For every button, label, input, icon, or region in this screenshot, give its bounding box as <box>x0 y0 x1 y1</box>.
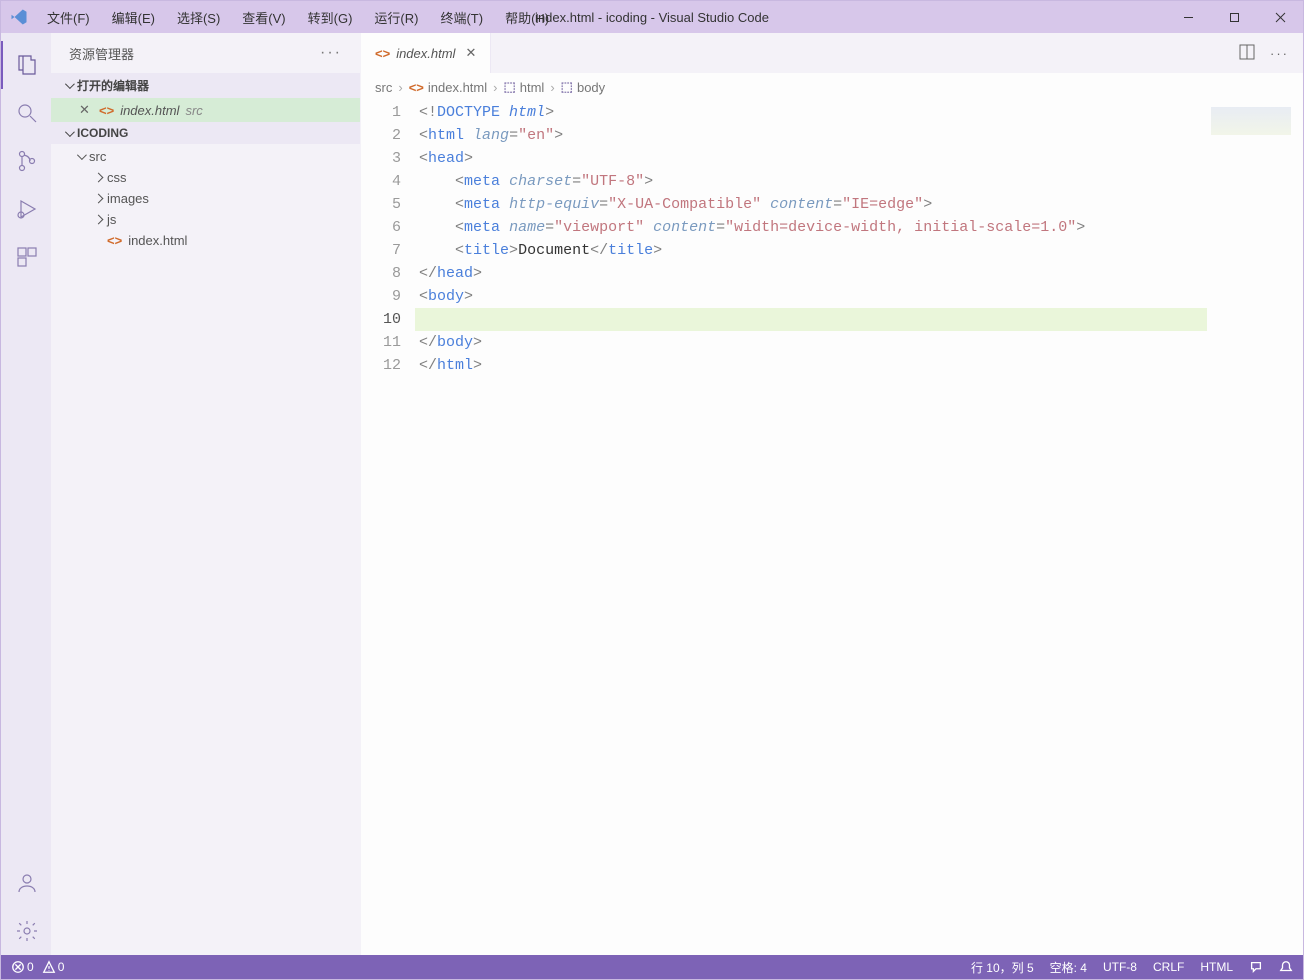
menu-file[interactable]: 文件(F) <box>37 4 100 31</box>
split-editor-icon[interactable] <box>1238 43 1256 64</box>
module-icon: ⬚ <box>503 79 515 95</box>
breadcrumb-file[interactable]: <>index.html <box>409 80 487 95</box>
status-language[interactable]: HTML <box>1200 960 1233 974</box>
status-feedback-icon[interactable] <box>1249 960 1263 974</box>
activity-account-icon[interactable] <box>1 859 51 907</box>
titlebar: 文件(F) 编辑(E) 选择(S) 查看(V) 转到(G) 运行(R) 终端(T… <box>1 1 1303 33</box>
activity-explorer-icon[interactable] <box>1 41 51 89</box>
activity-bar <box>1 33 51 955</box>
html-file-icon: <> <box>107 233 122 248</box>
menu-terminal[interactable]: 终端(T) <box>430 4 493 31</box>
breadcrumb-html[interactable]: ⬚html <box>503 79 544 95</box>
status-bar: 0 0 行 10，列 5 空格: 4 UTF-8 CRLF HTML <box>1 955 1303 979</box>
breadcrumb-body[interactable]: ⬚body <box>561 79 606 95</box>
menu-run[interactable]: 运行(R) <box>364 4 428 31</box>
status-problems[interactable]: 0 0 <box>11 960 64 974</box>
explorer-more-icon[interactable]: ··· <box>320 44 342 62</box>
status-indent[interactable]: 空格: 4 <box>1050 959 1087 976</box>
minimap[interactable] <box>1207 101 1303 955</box>
status-line-col[interactable]: 行 10，列 5 <box>971 959 1034 976</box>
line-numbers: 123456789101112 <box>361 101 415 955</box>
activity-search-icon[interactable] <box>1 89 51 137</box>
chevron-down-icon <box>61 130 75 137</box>
activity-extensions-icon[interactable] <box>1 233 51 281</box>
tab-index-html[interactable]: <> index.html ✕ <box>361 33 491 73</box>
menu-view[interactable]: 查看(V) <box>232 4 295 31</box>
code-editor[interactable]: 123456789101112 <!DOCTYPE html> <html la… <box>361 101 1303 955</box>
status-bell-icon[interactable] <box>1279 960 1293 974</box>
folder-src[interactable]: src <box>51 146 360 167</box>
chevron-down-icon <box>61 82 75 89</box>
status-eol[interactable]: CRLF <box>1153 960 1184 974</box>
folder-images[interactable]: images <box>51 188 360 209</box>
window-minimize-button[interactable] <box>1165 1 1211 33</box>
breadcrumb-src[interactable]: src <box>375 80 392 95</box>
open-editor-filename: index.html <box>120 103 179 118</box>
vscode-logo-icon <box>1 8 37 26</box>
window-maximize-button[interactable] <box>1211 1 1257 33</box>
chevron-right-icon <box>91 174 105 181</box>
open-editor-item[interactable]: ✕ <> index.html src <box>51 98 360 122</box>
html-file-icon: <> <box>409 80 424 95</box>
menubar: 文件(F) 编辑(E) 选择(S) 查看(V) 转到(G) 运行(R) 终端(T… <box>37 4 559 31</box>
explorer-sidebar: 资源管理器 ··· 打开的编辑器 ✕ <> index.html src ICO… <box>51 33 361 955</box>
chevron-right-icon <box>91 216 105 223</box>
activity-settings-icon[interactable] <box>1 907 51 955</box>
folder-js[interactable]: js <box>51 209 360 230</box>
close-icon[interactable]: ✕ <box>79 102 95 118</box>
project-header[interactable]: ICODING <box>51 122 360 144</box>
window-close-button[interactable] <box>1257 1 1303 33</box>
open-editors-header[interactable]: 打开的编辑器 <box>51 73 360 98</box>
menu-select[interactable]: 选择(S) <box>167 4 230 31</box>
html-file-icon: <> <box>99 103 114 118</box>
menu-edit[interactable]: 编辑(E) <box>102 4 165 31</box>
open-editor-path: src <box>185 103 202 118</box>
tab-bar: <> index.html ✕ ··· <box>361 33 1303 73</box>
activity-debug-icon[interactable] <box>1 185 51 233</box>
window-title: index.html - icoding - Visual Studio Cod… <box>535 10 769 25</box>
explorer-title: 资源管理器 <box>69 44 134 63</box>
status-encoding[interactable]: UTF-8 <box>1103 960 1137 974</box>
tab-close-icon[interactable]: ✕ <box>465 45 476 61</box>
menu-go[interactable]: 转到(G) <box>298 4 363 31</box>
chevron-down-icon <box>73 153 87 160</box>
editor-area: <> index.html ✕ ··· src › <>index.html ›… <box>361 33 1303 955</box>
file-index-html[interactable]: <> index.html <box>51 230 360 251</box>
module-icon: ⬚ <box>561 79 573 95</box>
activity-scm-icon[interactable] <box>1 137 51 185</box>
chevron-right-icon <box>91 195 105 202</box>
html-file-icon: <> <box>375 46 390 61</box>
folder-css[interactable]: css <box>51 167 360 188</box>
breadcrumbs: src › <>index.html › ⬚html › ⬚body <box>361 73 1303 101</box>
editor-more-icon[interactable]: ··· <box>1270 46 1289 61</box>
